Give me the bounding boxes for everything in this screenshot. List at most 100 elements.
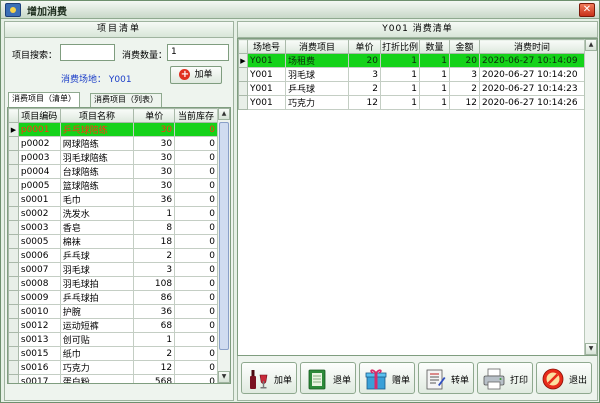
tab-item-table[interactable]: 消费项目（列表）	[90, 93, 162, 107]
item-row[interactable]: s0015 纸巾 2 0	[8, 346, 218, 361]
item-code: s0012	[17, 318, 61, 333]
item-row[interactable]: s0002 洗发水 1 0	[8, 206, 218, 221]
item-name: 纸巾	[59, 346, 135, 361]
row-indicator	[8, 262, 19, 277]
transfer-order-button[interactable]: 转单	[418, 362, 474, 394]
item-name: 创可贴	[59, 332, 135, 347]
item-code: s0015	[17, 346, 61, 361]
column-header[interactable]: 单价	[133, 108, 176, 123]
refund-order-button[interactable]: 退单	[300, 362, 356, 394]
column-header[interactable]: 当前库存	[174, 108, 218, 123]
amount: 12	[449, 95, 480, 110]
item-name: 网球陪练	[59, 136, 135, 151]
item-row[interactable]: ▶ p0001 乒乓球陪练 30 0	[8, 122, 218, 137]
item-stock: 0	[174, 360, 218, 375]
add-item-button[interactable]: + 加单	[170, 66, 222, 84]
item-row[interactable]: p0004 台球陪练 30 0	[8, 164, 218, 179]
item-code: s0009	[17, 290, 61, 305]
consumption-row[interactable]: Y001 羽毛球 3 1 1 3 2020-06-27 10:14:20	[238, 67, 585, 82]
item-price: 12	[133, 360, 176, 375]
tab-item-list[interactable]: 消费项目（清单）	[8, 92, 80, 107]
printer-icon	[483, 368, 505, 390]
print-button[interactable]: 打印	[477, 362, 533, 394]
scroll-down-icon[interactable]: ▼	[218, 371, 230, 383]
column-header[interactable]: 数量	[419, 39, 450, 54]
item-row[interactable]: p0003 羽毛球陪练 30 0	[8, 150, 218, 165]
gift-box-icon	[365, 369, 387, 390]
amount: 20	[449, 53, 480, 68]
item-name: 羽毛球拍	[59, 276, 135, 291]
item-row[interactable]: s0007 羽毛球 3 0	[8, 262, 218, 277]
wine-bottle-icon	[250, 370, 268, 389]
consumption-grid: 场地号 消费项目 单价 打折比例 数量 金额 消费时间 ▶ Y001 场租费 20 1 1…	[237, 38, 598, 356]
quantity-input[interactable]: 1	[167, 44, 229, 61]
item-name: 运动短裤	[59, 318, 135, 333]
item-row[interactable]: s0006 乒乓球 2 0	[8, 248, 218, 263]
item-row[interactable]: s0012 运动短裤 68 0	[8, 318, 218, 333]
consumption-row[interactable]: Y001 巧克力 12 1 1 12 2020-06-27 10:14:26	[238, 95, 585, 110]
indicator-header	[238, 39, 248, 54]
item-row[interactable]: s0013 创可贴 1 0	[8, 332, 218, 347]
item-stock: 0	[174, 164, 218, 179]
item-row[interactable]: p0002 网球陪练 30 0	[8, 136, 218, 151]
title-bar: 增加消费 ✕	[1, 1, 599, 19]
item-row[interactable]: s0009 乒乓球拍 86 0	[8, 290, 218, 305]
gift-order-button[interactable]: 赠单	[359, 362, 415, 394]
item-name: 蛋白粉	[59, 374, 135, 383]
add-order-button[interactable]: 加单	[241, 362, 297, 394]
item-row[interactable]: s0010 护腕 36 0	[8, 304, 218, 319]
scroll-up-icon[interactable]: ▲	[585, 39, 597, 51]
gift-order-label: 赠单	[392, 376, 411, 386]
item-price: 30	[133, 178, 176, 193]
row-indicator	[238, 95, 248, 110]
item-row[interactable]: s0008 羽毛球拍 108 0	[8, 276, 218, 291]
notebook-icon	[308, 369, 326, 390]
search-input[interactable]	[60, 44, 115, 61]
item-grid-scrollbar[interactable]: ▲ ▼	[217, 108, 230, 383]
item-row[interactable]: s0003 香皂 8 0	[8, 220, 218, 235]
item-row[interactable]: s0001 毛巾 36 0	[8, 192, 218, 207]
item-name: 篮球陪练	[59, 178, 135, 193]
item-code: p0004	[17, 164, 61, 179]
item-price: 30	[133, 122, 176, 137]
row-indicator	[8, 318, 19, 333]
item-stock: 0	[174, 234, 218, 249]
item-price: 568	[133, 374, 176, 383]
close-button[interactable]: ✕	[579, 3, 595, 17]
item-code: p0005	[17, 178, 61, 193]
discount-rate: 1	[380, 67, 420, 82]
venue-code: Y001	[247, 67, 286, 82]
discount-rate: 1	[380, 53, 420, 68]
discount-rate: 1	[380, 81, 420, 96]
column-header[interactable]: 打折比例	[380, 39, 420, 54]
item-row[interactable]: p0005 篮球陪练 30 0	[8, 178, 218, 193]
column-header[interactable]: 场地号	[247, 39, 286, 54]
item-stock: 0	[174, 192, 218, 207]
unit-price: 12	[348, 95, 381, 110]
item-row[interactable]: s0005 棉袜 18 0	[8, 234, 218, 249]
column-header[interactable]: 项目编码	[17, 108, 61, 123]
row-indicator	[238, 67, 248, 82]
scroll-thumb[interactable]	[219, 122, 229, 350]
item-code: p0003	[17, 150, 61, 165]
column-header[interactable]: 消费时间	[479, 39, 585, 54]
item-price: 1	[133, 206, 176, 221]
column-header[interactable]: 金额	[449, 39, 480, 54]
exit-button[interactable]: 退出	[536, 362, 592, 394]
column-header[interactable]: 消费项目	[285, 39, 349, 54]
column-header[interactable]: 单价	[348, 39, 381, 54]
consumption-grid-scrollbar[interactable]: ▲ ▼	[584, 39, 597, 355]
item-stock: 0	[174, 220, 218, 235]
scroll-up-icon[interactable]: ▲	[218, 108, 230, 120]
item-price: 86	[133, 290, 176, 305]
column-header[interactable]: 项目名称	[59, 108, 135, 123]
scroll-down-icon[interactable]: ▼	[585, 343, 597, 355]
exit-label: 退出	[569, 376, 588, 386]
item-row[interactable]: s0016 巧克力 12 0	[8, 360, 218, 375]
consumption-row[interactable]: ▶ Y001 场租费 20 1 1 20 2020-06-27 10:14:09	[238, 53, 585, 68]
item-stock: 0	[174, 374, 218, 383]
item-row[interactable]: s0017 蛋白粉 568 0	[8, 374, 218, 383]
item-list-header: 项目清单	[5, 22, 233, 38]
item-price: 18	[133, 234, 176, 249]
consumption-row[interactable]: Y001 乒乓球 2 1 1 2 2020-06-27 10:14:23	[238, 81, 585, 96]
